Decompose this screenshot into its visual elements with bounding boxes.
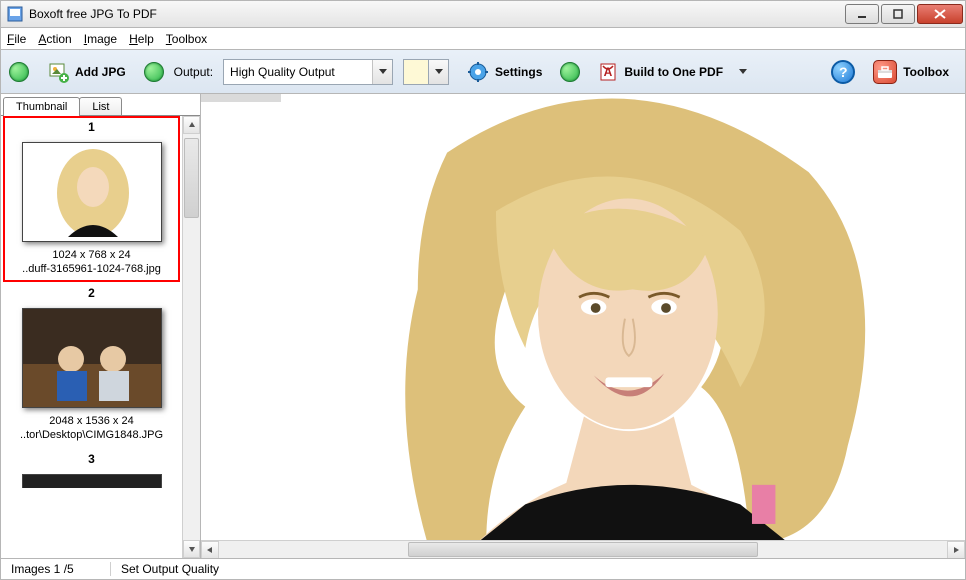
status-images: Images 1 /5 [1, 562, 111, 576]
thumbnail-index: 3 [5, 450, 178, 466]
add-jpg-label: Add JPG [75, 65, 126, 79]
app-icon [7, 6, 23, 22]
thumbnail-index: 1 [5, 118, 178, 134]
thumbnail-path: ..tor\Desktop\CIMG1848.JPG [5, 428, 178, 442]
menu-bar: File Action Image Help Toolbox [0, 28, 966, 50]
side-panel: Thumbnail List 1 1024 x 768 x 24 [1, 94, 201, 558]
add-jpg-button[interactable]: Add JPG [39, 57, 134, 87]
toolbox-icon [873, 60, 897, 84]
tab-list[interactable]: List [79, 97, 122, 116]
thumbnail-image [22, 308, 162, 408]
preview-horizontal-scrollbar[interactable] [201, 540, 965, 558]
status-mode: Set Output Quality [111, 562, 229, 576]
menu-toolbox[interactable]: Toolbox [166, 32, 207, 46]
toolbox-button[interactable]: Toolbox [865, 56, 957, 88]
thumbnail-list: 1 1024 x 768 x 24 ..duff-3165961-1024-76… [1, 116, 182, 558]
thumbnail-image [22, 142, 162, 242]
preview-pane [201, 94, 965, 558]
menu-help[interactable]: Help [129, 32, 154, 46]
scroll-down-button[interactable] [183, 540, 200, 558]
step-2-badge [144, 62, 164, 82]
pdf-icon: A [598, 62, 618, 82]
workspace: Thumbnail List 1 1024 x 768 x 24 [0, 94, 966, 558]
toolbar: Add JPG Output: High Quality Output Sett… [0, 50, 966, 94]
settings-label: Settings [495, 65, 542, 79]
thumbnail-item[interactable]: 3 [3, 448, 180, 494]
add-jpg-icon [47, 61, 69, 83]
build-pdf-button[interactable]: A Build to One PDF [590, 58, 731, 86]
background-color-dropdown[interactable] [429, 59, 449, 85]
status-bar: Images 1 /5 Set Output Quality [0, 558, 966, 580]
scroll-thumb[interactable] [184, 138, 199, 218]
chevron-down-icon [429, 60, 448, 84]
scroll-left-button[interactable] [201, 541, 219, 558]
step-3-badge [560, 62, 580, 82]
preview-image [281, 94, 965, 540]
thumbnail-item[interactable]: 2 2048 x 1536 x 24 ..tor\Desktop\CIMG184… [3, 282, 180, 448]
output-quality-value: High Quality Output [224, 65, 372, 79]
thumbnail-scrollbar[interactable] [182, 116, 200, 558]
scroll-thumb[interactable] [408, 542, 757, 557]
maximize-button[interactable] [881, 4, 915, 24]
build-pdf-label: Build to One PDF [624, 65, 723, 79]
menu-file[interactable]: File [7, 32, 26, 46]
help-button[interactable]: ? [831, 60, 855, 84]
chevron-down-icon [372, 60, 392, 84]
minimize-button[interactable] [845, 4, 879, 24]
scroll-up-button[interactable] [183, 116, 200, 134]
background-color-swatch[interactable] [403, 59, 429, 85]
build-pdf-dropdown[interactable] [739, 69, 747, 74]
gear-icon [467, 61, 489, 83]
toolbox-label: Toolbox [903, 65, 949, 79]
thumbnail-dims: 2048 x 1536 x 24 [5, 414, 178, 428]
menu-image[interactable]: Image [84, 32, 117, 46]
title-bar: Boxoft free JPG To PDF [0, 0, 966, 28]
thumbnail-image [22, 474, 162, 488]
output-quality-select[interactable]: High Quality Output [223, 59, 393, 85]
thumbnail-index: 2 [5, 284, 178, 300]
close-button[interactable] [917, 4, 963, 24]
menu-action[interactable]: Action [38, 32, 71, 46]
window-title: Boxoft free JPG To PDF [29, 7, 157, 21]
step-1-badge [9, 62, 29, 82]
tab-thumbnail[interactable]: Thumbnail [3, 97, 80, 116]
thumbnail-item[interactable]: 1 1024 x 768 x 24 ..duff-3165961-1024-76… [3, 116, 180, 282]
scroll-right-button[interactable] [947, 541, 965, 558]
thumbnail-path: ..duff-3165961-1024-768.jpg [5, 262, 178, 276]
settings-button[interactable]: Settings [459, 57, 550, 87]
output-label: Output: [174, 65, 213, 79]
thumbnail-dims: 1024 x 768 x 24 [5, 248, 178, 262]
